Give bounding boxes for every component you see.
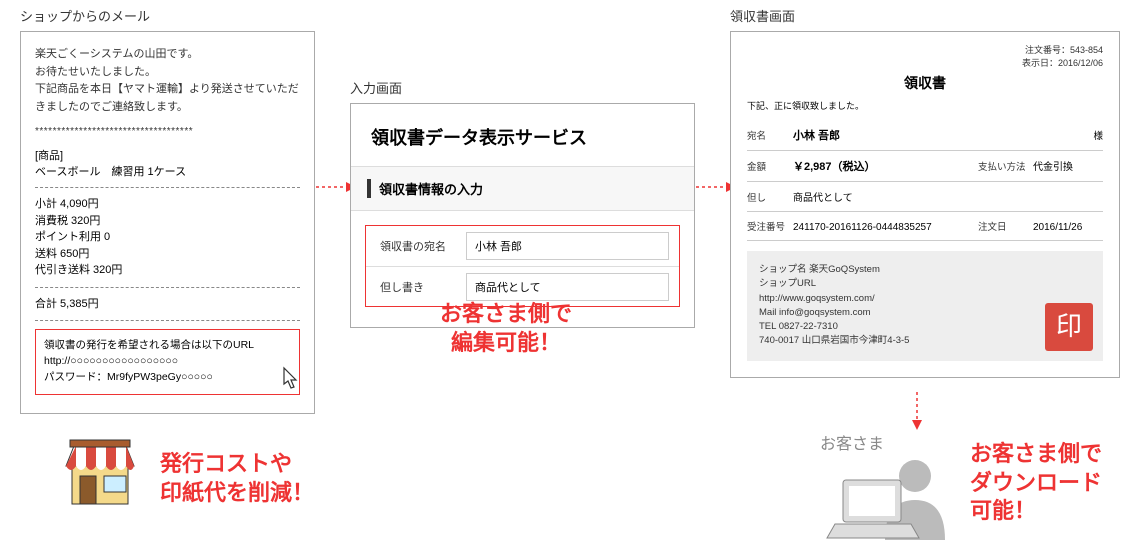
tadashi-label2: 但し [747, 190, 793, 204]
name-label: 宛名 [747, 128, 793, 142]
shipping: 送料 650円 [35, 246, 300, 263]
divider [35, 320, 300, 321]
receipt-title-label: 領収書画面 [730, 6, 1120, 25]
email-l3: 下記商品を本日【ヤマト運輸】より発送させていただきましたのでご連絡致します。 [35, 81, 300, 116]
divider [35, 287, 300, 288]
arrow-down-icon [910, 392, 924, 430]
product-head: [商品] [35, 147, 300, 163]
product-line: ベースボール 練習用 1ケース [35, 163, 300, 179]
receipt-column: 領収書画面 注文番号：543-854 表示日：2016/12/06 領収書 下記… [730, 6, 1120, 378]
addressee-row: 領収書の宛名 小林 吾郎 [366, 226, 679, 266]
orderdate-value: 2016/11/26 [1033, 222, 1103, 233]
total: 合計 5,385円 [35, 296, 300, 313]
receipt-note: 下記、正に領収致しました。 [747, 99, 1103, 112]
url-msg: 領収書の発行を希望される場合は以下のURL [44, 338, 291, 354]
stamp-icon: 印 [1045, 303, 1093, 351]
form-box: 領収書データ表示サービス 領収書情報の入力 領収書の宛名 小林 吾郎 但し書き … [350, 103, 695, 328]
cursor-icon [277, 365, 305, 400]
email-box: 楽天ごくーシステムの山田です。 お待たせいたしました。 下記商品を本日【ヤマト運… [20, 31, 315, 414]
sama: 様 [1093, 128, 1103, 142]
editable-callout: お客さま側で 編集可能！ [440, 300, 572, 357]
addressee-label: 領収書の宛名 [366, 238, 466, 254]
orderdate-label: 注文日 [978, 219, 1033, 233]
receipt-heading: 領収書 [747, 73, 1103, 93]
url-box: 領収書の発行を希望される場合は以下のURL http://○○○○○○○○○○○… [35, 329, 300, 394]
email-column: ショップからのメール 楽天ごくーシステムの山田です。 お待たせいたしました。 下… [20, 6, 315, 414]
receipt-meta: 注文番号：543-854 表示日：2016/12/06 [747, 44, 1103, 69]
pass-line: パスワード：Mr9fyPW3peGy○○○○○ [44, 370, 291, 386]
customer-icon [825, 450, 955, 553]
accept-value: 241170-20161126-0444835257 [793, 222, 978, 233]
cod: 代引き送料 320円 [35, 262, 300, 279]
field-area: 領収書の宛名 小林 吾郎 但し書き 商品代として [365, 225, 680, 307]
form-heading: 領収書データ表示サービス [351, 104, 694, 166]
email-l1: 楽天ごくーシステムの山田です。 [35, 46, 300, 64]
name-value: 小林 吾郎 [793, 130, 840, 142]
form-column: 入力画面 領収書データ表示サービス 領収書情報の入力 領収書の宛名 小林 吾郎 … [350, 78, 695, 328]
amount-value: ￥2,987（税込） [793, 161, 876, 173]
divider [35, 187, 300, 188]
tadashi-value2: 商品代として [793, 189, 1103, 204]
email-title: ショップからのメール [20, 6, 315, 25]
tadashi-label: 但し書き [366, 279, 466, 295]
form-title: 入力画面 [350, 78, 695, 97]
email-sep: ************************************ [35, 126, 300, 137]
shop-info: ショップ名 楽天GoQSystem ショップURL http://www.goq… [747, 251, 1103, 361]
shop-icon [60, 432, 140, 515]
form-sub: 領収書情報の入力 [367, 179, 678, 198]
download-callout: お客さま側で ダウンロード 可能！ [970, 440, 1102, 526]
points: ポイント利用 0 [35, 229, 300, 246]
cost-reduction-callout: 発行コストや 印紙代を削減！ [160, 450, 314, 507]
email-l2: お待たせいたしました。 [35, 64, 300, 82]
pay-value: 代金引換 [1033, 158, 1103, 173]
url-line[interactable]: http://○○○○○○○○○○○○○○○○○ [44, 354, 291, 370]
accept-label: 受注番号 [747, 219, 793, 233]
addressee-input[interactable]: 小林 吾郎 [466, 232, 669, 260]
tadashi-input[interactable]: 商品代として [466, 273, 669, 301]
receipt-box: 注文番号：543-854 表示日：2016/12/06 領収書 下記、正に領収致… [730, 31, 1120, 378]
tax: 消費税 320円 [35, 213, 300, 230]
subtotal: 小計 4,090円 [35, 196, 300, 213]
amount-label: 金額 [747, 159, 793, 173]
pay-label: 支払い方法 [978, 159, 1033, 173]
